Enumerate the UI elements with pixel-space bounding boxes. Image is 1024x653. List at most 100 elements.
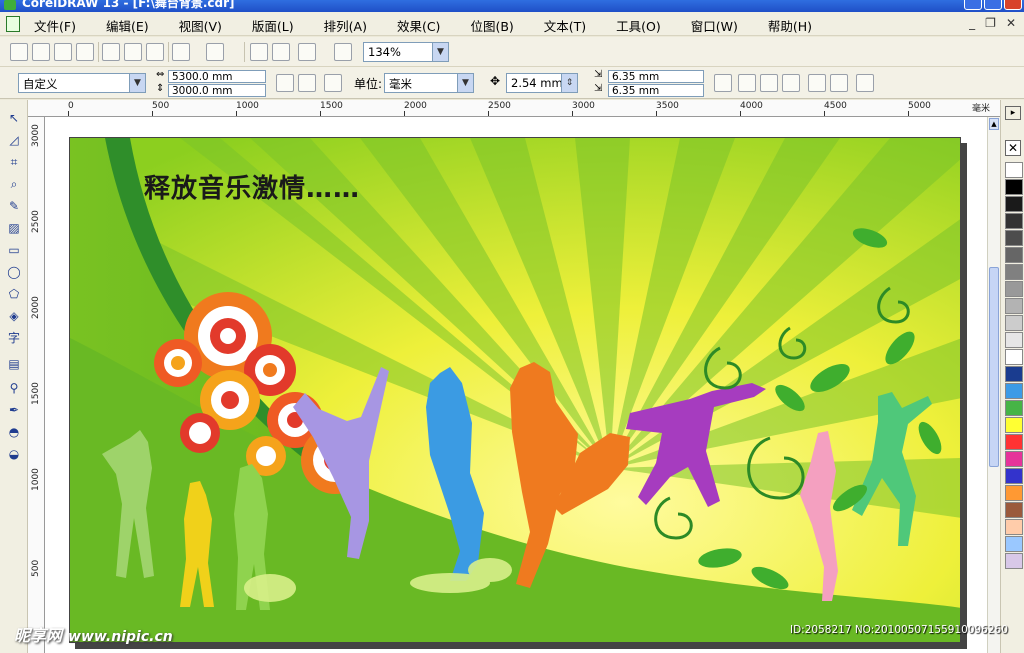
color-swatch[interactable] xyxy=(1005,213,1023,229)
color-swatch[interactable] xyxy=(1005,196,1023,212)
close-button[interactable] xyxy=(1004,0,1022,10)
select-icon[interactable] xyxy=(808,74,826,92)
color-swatch[interactable] xyxy=(1005,349,1023,365)
menu-item[interactable]: 效果(C) xyxy=(397,16,440,35)
menu-item[interactable]: 窗口(W) xyxy=(691,16,738,35)
color-swatch[interactable] xyxy=(1005,400,1023,416)
portrait-icon[interactable] xyxy=(276,74,294,92)
open-icon[interactable] xyxy=(32,43,50,61)
color-swatch[interactable] xyxy=(1005,553,1023,569)
doc-minimize-icon[interactable]: _ xyxy=(969,16,975,30)
drawing-page[interactable]: 释放音乐激情…… xyxy=(69,137,961,643)
color-swatch[interactable] xyxy=(1005,519,1023,535)
menu-item[interactable]: 文本(T) xyxy=(544,16,586,35)
paper-preset-select[interactable]: 自定义 ▼ xyxy=(18,73,146,93)
menu-item[interactable]: 视图(V) xyxy=(179,16,222,35)
save-icon[interactable] xyxy=(54,43,72,61)
fill-tool-icon[interactable]: ◓ xyxy=(5,424,23,440)
paste-icon[interactable] xyxy=(146,43,164,61)
color-swatch[interactable] xyxy=(1005,332,1023,348)
page-height-field[interactable]: 3000.0 mm xyxy=(168,84,266,97)
units-select[interactable]: 毫米 ▼ xyxy=(384,73,474,93)
eyedropper-icon[interactable]: ⚲ xyxy=(5,380,23,396)
watermark-site: 昵享网 www.nipic.cn xyxy=(14,622,173,646)
interactive-blend-icon[interactable]: ▤ xyxy=(5,356,23,372)
corel-online-icon[interactable] xyxy=(334,43,352,61)
color-swatch[interactable] xyxy=(1005,281,1023,297)
color-swatch[interactable] xyxy=(1005,468,1023,484)
doc-close-icon[interactable]: ✕ xyxy=(1006,16,1016,30)
outline-tool-icon[interactable]: ✒ xyxy=(5,402,23,418)
menu-item[interactable]: 帮助(H) xyxy=(768,16,812,35)
no-fill-swatch[interactable]: ✕ xyxy=(1005,140,1021,156)
edit-icon[interactable] xyxy=(830,74,848,92)
menu-item[interactable]: 文件(F) xyxy=(34,16,76,35)
color-swatch[interactable] xyxy=(1005,162,1023,178)
basic-shapes-icon[interactable]: ◈ xyxy=(5,308,23,324)
crop-tool-icon[interactable]: ⌗ xyxy=(5,154,23,170)
duplicate-x-field[interactable]: 6.35 mm xyxy=(608,70,704,83)
cut-icon[interactable] xyxy=(102,43,120,61)
color-swatch[interactable] xyxy=(1005,230,1023,246)
menu-item[interactable]: 位图(B) xyxy=(470,16,513,35)
color-swatch[interactable] xyxy=(1005,536,1023,552)
page-width-field[interactable]: 5300.0 mm xyxy=(168,70,266,83)
nudge-distance-field[interactable]: 2.54 mm ⇕ xyxy=(506,73,578,93)
scroll-up-icon[interactable]: ▲ xyxy=(989,118,999,130)
new-icon[interactable] xyxy=(10,43,28,61)
copy-icon[interactable] xyxy=(124,43,142,61)
menu-item[interactable]: 工具(O) xyxy=(616,16,661,35)
palette-options-icon[interactable]: ▸ xyxy=(1005,106,1021,120)
snap-icon[interactable] xyxy=(760,74,778,92)
draw-objects-filled-icon[interactable] xyxy=(738,74,756,92)
smart-fill-icon[interactable]: ▨ xyxy=(5,220,23,236)
polygon-tool-icon[interactable]: ⬠ xyxy=(5,286,23,302)
options-icon[interactable] xyxy=(856,74,874,92)
menu-item[interactable]: 版面(L) xyxy=(252,16,294,35)
color-swatch[interactable] xyxy=(1005,502,1023,518)
undo-icon[interactable] xyxy=(172,43,190,61)
color-swatch[interactable] xyxy=(1005,366,1023,382)
color-swatch[interactable] xyxy=(1005,247,1023,263)
pick-tool-icon[interactable]: ↖ xyxy=(5,110,23,126)
shape-tool-icon[interactable]: ◿ xyxy=(5,132,23,148)
color-swatch[interactable] xyxy=(1005,451,1023,467)
rectangle-tool-icon[interactable]: ▭ xyxy=(5,242,23,258)
zoom-tool-icon[interactable]: ⌕ xyxy=(5,176,23,192)
page-layout-icon[interactable] xyxy=(324,74,342,92)
text-tool-icon[interactable]: 字 xyxy=(5,330,23,346)
color-swatch[interactable] xyxy=(1005,434,1023,450)
vertical-scrollbar[interactable]: ▲ xyxy=(987,117,1000,653)
menu-item[interactable]: 排列(A) xyxy=(324,16,367,35)
color-swatch[interactable] xyxy=(1005,417,1023,433)
zoom-level-select[interactable]: 134% ▼ xyxy=(363,42,449,62)
color-swatch[interactable] xyxy=(1005,264,1023,280)
color-swatch[interactable] xyxy=(1005,298,1023,314)
treat-as-filled-icon[interactable] xyxy=(714,74,732,92)
color-swatch[interactable] xyxy=(1005,179,1023,195)
doc-restore-icon[interactable]: ❐ xyxy=(985,16,996,30)
nudge-icon: ✥ xyxy=(490,74,501,88)
redo-icon[interactable] xyxy=(206,43,224,61)
color-swatch[interactable] xyxy=(1005,485,1023,501)
minimize-button[interactable] xyxy=(964,0,982,10)
application-launcher-icon[interactable] xyxy=(298,43,316,61)
duplicate-y-field[interactable]: 6.35 mm xyxy=(608,84,704,97)
interactive-fill-icon[interactable]: ◒ xyxy=(5,446,23,462)
menu-item[interactable]: 编辑(E) xyxy=(106,16,149,35)
print-icon[interactable] xyxy=(76,43,94,61)
color-swatch[interactable] xyxy=(1005,315,1023,331)
drawing-canvas[interactable]: 释放音乐激情…… xyxy=(45,117,987,653)
landscape-icon[interactable] xyxy=(298,74,316,92)
ellipse-tool-icon[interactable]: ◯ xyxy=(5,264,23,280)
color-swatch[interactable] xyxy=(1005,383,1023,399)
export-icon[interactable] xyxy=(272,43,290,61)
horizontal-ruler[interactable]: 毫米 0 500 1000 1500 2000 2500 3000 3500 4000 4500 5… xyxy=(28,100,1000,117)
document-icon[interactable] xyxy=(6,16,20,32)
dynamic-guides-icon[interactable] xyxy=(782,74,800,92)
maximize-button[interactable] xyxy=(984,0,1002,10)
scroll-thumb[interactable] xyxy=(989,267,999,467)
vertical-ruler[interactable]: 3000 2500 2000 1500 1000 500 xyxy=(28,117,45,653)
freehand-tool-icon[interactable]: ✎ xyxy=(5,198,23,214)
import-icon[interactable] xyxy=(250,43,268,61)
